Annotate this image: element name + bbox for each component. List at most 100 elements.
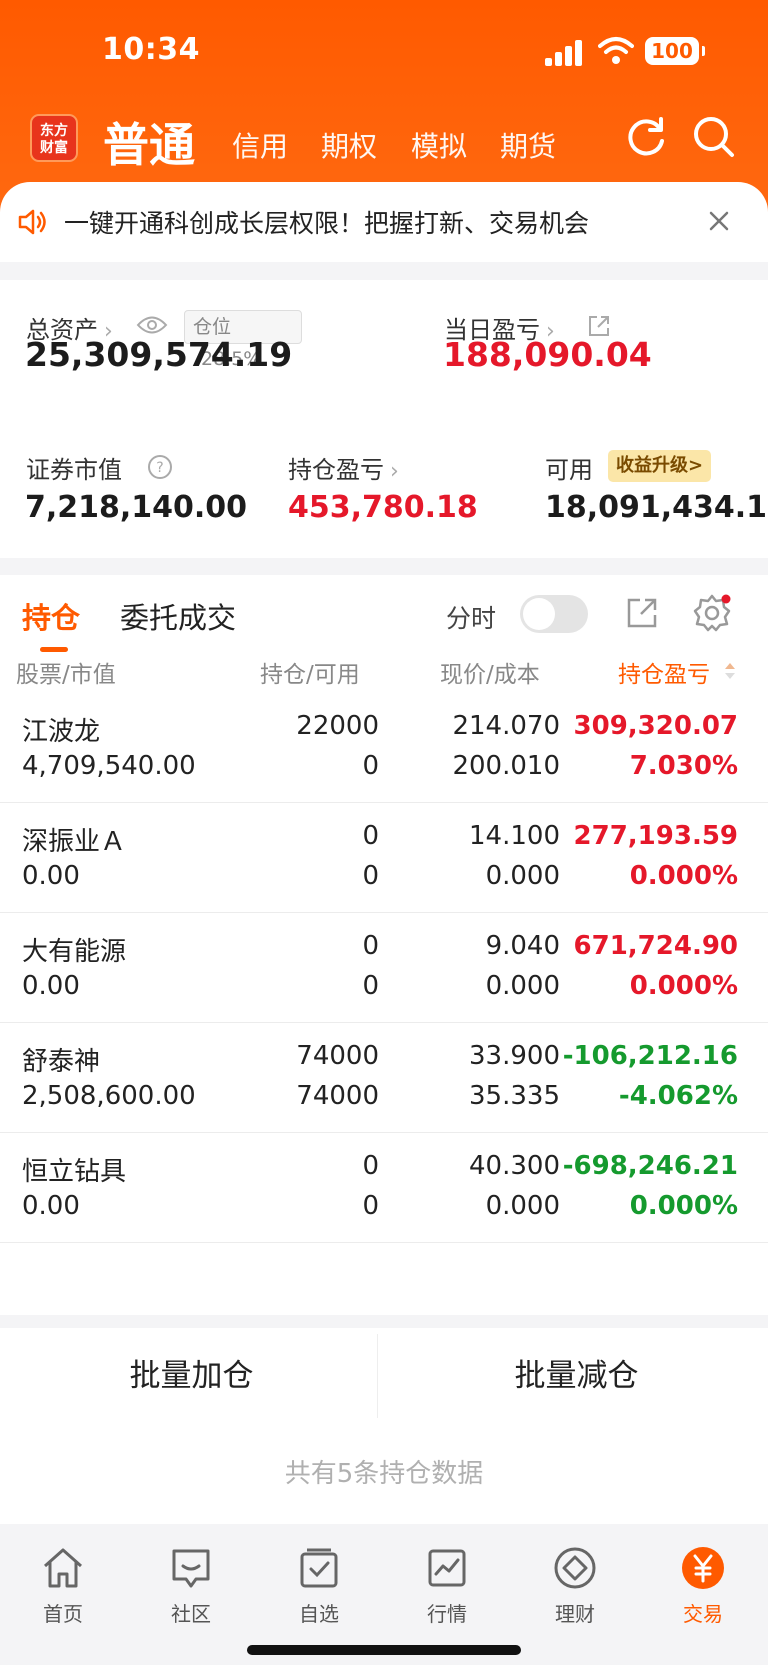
header-price: 现价/成本 [440, 662, 540, 688]
tab-options[interactable]: 期权 [321, 125, 377, 165]
account-type-nav: 东方 财富 普通 信用 期权 模拟 期货 [0, 105, 768, 175]
help-icon[interactable]: ? [147, 454, 173, 480]
available-qty: 74000 [296, 1081, 379, 1111]
tab-simulated[interactable]: 模拟 [411, 125, 467, 165]
holding-row[interactable]: 深振业Ａ 0.00 0 0 14.100 0.000 277,193.59 0.000% [0, 803, 768, 913]
position-qty: 22000 [296, 711, 379, 741]
holding-pl: 277,193.59 [573, 821, 738, 851]
close-icon[interactable] [704, 206, 734, 236]
header-stock: 股票/市值 [16, 662, 116, 688]
tab-normal[interactable]: 普通 [103, 109, 195, 175]
tabbar-market[interactable]: 行情 [399, 1544, 495, 1627]
available-qty: 0 [362, 1191, 379, 1221]
holding-pl: 309,320.07 [573, 711, 738, 741]
refresh-icon[interactable] [624, 115, 668, 159]
checkbox-icon [300, 1548, 338, 1588]
position-qty: 0 [362, 821, 379, 851]
search-icon[interactable] [692, 115, 736, 159]
holding-pl-pct: 7.030% [629, 751, 738, 781]
current-price: 40.300 [469, 1151, 560, 1181]
holding-pl: 671,724.90 [573, 931, 738, 961]
securities-value: 7,218,140.00 [25, 490, 248, 525]
holding-pl-pct: -4.062% [618, 1081, 738, 1111]
holding-pl: -106,212.16 [562, 1041, 738, 1071]
chevron-right-icon: › [390, 459, 399, 484]
holding-row[interactable]: 舒泰神 2,508,600.00 74000 74000 33.900 35.335 -10… [0, 1023, 768, 1133]
market-value: 0.00 [22, 1191, 80, 1221]
chart-icon [428, 1549, 466, 1587]
holding-row[interactable]: 恒立钻具 0.00 0 0 40.300 0.000 -698,246.21 0.000% [0, 1133, 768, 1243]
batch-divider [377, 1334, 378, 1418]
stock-name: 舒泰神 [22, 1047, 101, 1077]
daily-pl-value: 188,090.04 [443, 335, 652, 374]
market-value: 0.00 [22, 971, 80, 1001]
available-qty: 0 [362, 861, 379, 891]
header-pl[interactable]: 持仓盈亏 [618, 655, 710, 689]
cost-price: 200.010 [452, 751, 560, 781]
home-indicator [247, 1645, 521, 1655]
cost-price: 0.000 [485, 971, 560, 1001]
total-assets-value: 25,309,574.19 [25, 335, 293, 374]
diamond-icon [554, 1547, 596, 1589]
status-bar: 10:34 100 [0, 0, 768, 100]
timeshare-toggle[interactable] [520, 595, 588, 633]
yuan-icon [682, 1547, 724, 1589]
battery-icon: 100 [645, 37, 705, 65]
active-tab-indicator [40, 647, 68, 652]
holdings-count: 共有5条持仓数据 [0, 1424, 768, 1524]
wifi-icon [598, 37, 634, 64]
current-price: 214.070 [452, 711, 560, 741]
eye-icon[interactable] [136, 314, 168, 336]
available-qty: 0 [362, 971, 379, 1001]
sort-icon[interactable] [724, 661, 736, 681]
header-position: 持仓/可用 [260, 662, 360, 688]
tab-credit[interactable]: 信用 [232, 125, 288, 165]
holding-row[interactable]: 大有能源 0.00 0 0 9.040 0.000 671,724.90 0.000% [0, 913, 768, 1023]
settings-icon[interactable] [692, 593, 732, 633]
signal-icon [545, 40, 587, 66]
stock-name: 江波龙 [22, 717, 101, 747]
stock-name: 大有能源 [22, 937, 127, 967]
bottom-tab-bar: 首页 社区 自选 行情 理财 交易 [0, 1524, 768, 1665]
position-qty: 74000 [296, 1041, 379, 1071]
assets-summary: 总资产 › 仓位 28.5% 25,309,574.19 当日盈亏 › 188,09… [0, 280, 768, 558]
market-value: 0.00 [22, 861, 80, 891]
market-value: 2,508,600.00 [22, 1081, 196, 1111]
holding-pl-pct: 0.000% [629, 861, 738, 891]
position-qty: 0 [362, 931, 379, 961]
notice-text[interactable]: 一键开通科创成长层权限！把握打新、交易机会 [64, 204, 589, 240]
upgrade-button[interactable]: 收益升级> [608, 450, 712, 482]
holdings-panel: 持仓 委托成交 分时 股票/市值 持仓/可用 现价/成本 持仓盈亏 江波龙 4,7… [0, 575, 768, 1315]
timeshare-label: 分时 [446, 604, 497, 633]
export-icon[interactable] [624, 595, 660, 631]
tabbar-community[interactable]: 社区 [143, 1544, 239, 1627]
tabbar-trade[interactable]: 交易 [655, 1544, 751, 1627]
stock-name: 恒立钻具 [22, 1157, 127, 1187]
cost-price: 0.000 [485, 1191, 560, 1221]
tab-orders[interactable]: 委托成交 [120, 595, 236, 637]
holding-pl-pct: 0.000% [629, 971, 738, 1001]
tabbar-home[interactable]: 首页 [15, 1544, 111, 1627]
available-value: 18,091,434.19 [545, 490, 768, 525]
holding-row[interactable]: 江波龙 4,709,540.00 22000 0 214.070 200.010 309,3… [0, 693, 768, 803]
status-time: 10:34 [102, 32, 200, 67]
stock-name: 深振业Ａ [22, 827, 127, 857]
tab-futures[interactable]: 期货 [500, 125, 556, 165]
tabbar-wealth[interactable]: 理财 [527, 1544, 623, 1627]
chat-icon [172, 1549, 210, 1588]
current-price: 14.100 [469, 821, 560, 851]
speaker-icon [18, 209, 46, 235]
notice-banner[interactable]: 一键开通科创成长层权限！把握打新、交易机会 [0, 182, 768, 262]
available-qty: 0 [362, 751, 379, 781]
holding-pl-label[interactable]: 持仓盈亏 › [288, 450, 399, 485]
svg-text:?: ? [156, 460, 163, 476]
holding-pl-value: 453,780.18 [288, 490, 478, 525]
batch-actions: 批量加仓 批量减仓 [0, 1328, 768, 1424]
position-qty: 0 [362, 1151, 379, 1181]
tab-positions[interactable]: 持仓 [22, 595, 80, 637]
batch-reduce-button[interactable]: 批量减仓 [385, 1328, 768, 1424]
current-price: 33.900 [469, 1041, 560, 1071]
batch-add-button[interactable]: 批量加仓 [0, 1328, 383, 1424]
tabbar-watchlist[interactable]: 自选 [271, 1544, 367, 1627]
cost-price: 0.000 [485, 861, 560, 891]
